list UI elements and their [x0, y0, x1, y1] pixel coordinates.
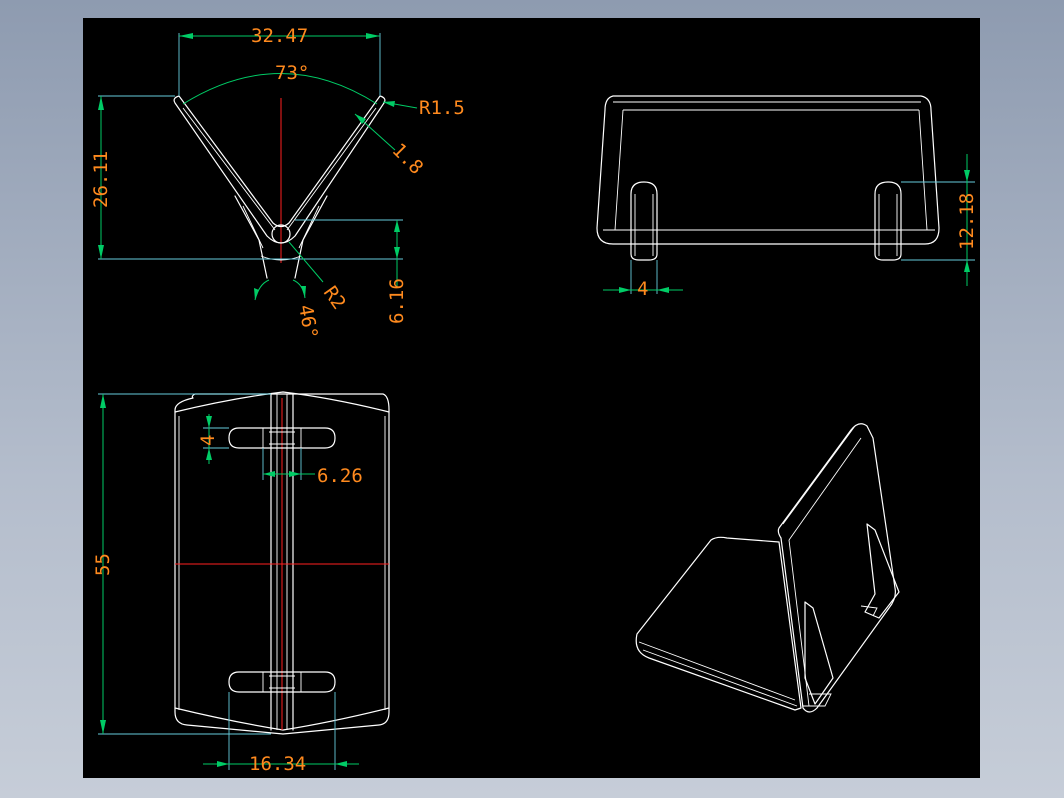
dim-text-foot-span: 16.34 — [249, 753, 306, 775]
front-v-profile — [173, 95, 386, 244]
arrow-head — [301, 286, 306, 298]
arrow-head — [206, 448, 212, 460]
iso-fin-front — [804, 601, 834, 705]
dim-text-base-height: 6.16 — [386, 278, 408, 324]
arrow-head — [383, 101, 395, 107]
isometric-view — [635, 423, 900, 713]
side-outer-outline — [596, 95, 940, 245]
arrow-head — [100, 720, 106, 734]
iso-fin-feet — [803, 605, 878, 707]
iso-base-panel — [635, 536, 802, 711]
arrow-head — [179, 33, 193, 39]
dim-text-slot-length: 6.26 — [317, 465, 363, 487]
arrow-head — [619, 287, 631, 293]
arrow-head — [964, 170, 970, 182]
dim-text-top-angle: 73° — [275, 62, 309, 84]
dim-text-top-width: 32.47 — [251, 25, 308, 47]
drawing-canvas: 32.47 73° R1.5 1.8 26.11 6.16 R2 46° 12.… — [83, 18, 980, 778]
front-v-inner-edge — [182, 107, 377, 231]
dim-text-side-height: 12.18 — [956, 193, 978, 250]
side-view: 12.18 4 — [596, 95, 978, 300]
arrow-head — [394, 247, 400, 259]
arrow-head — [964, 260, 970, 272]
dim-text-bottom-angle: 46° — [294, 303, 322, 341]
arrow-head — [100, 394, 106, 408]
dim-text-height: 26.11 — [90, 151, 112, 208]
cad-drawing: 32.47 73° R1.5 1.8 26.11 6.16 R2 46° 12.… — [90, 25, 978, 775]
arrow-head — [217, 761, 229, 767]
arrow-head — [263, 471, 275, 477]
arrow-head — [206, 416, 212, 428]
leader-r2 — [288, 241, 324, 283]
iso-fin-back — [864, 523, 900, 619]
arrow-head — [366, 33, 380, 39]
top-view: 55 4 6.26 16.34 — [92, 391, 390, 775]
arrow-head — [657, 287, 669, 293]
front-view: 32.47 73° R1.5 1.8 26.11 6.16 R2 46° — [90, 25, 465, 341]
arrow-head — [394, 220, 400, 232]
iso-base-edges — [638, 641, 798, 707]
arrow-head — [98, 245, 104, 259]
dim-text-thickness: 1.8 — [388, 139, 428, 179]
arrow-head — [98, 96, 104, 110]
dim-text-radius-root: R2 — [319, 282, 350, 313]
dim-text-foot-width: 4 — [637, 278, 648, 300]
arrow-head — [335, 761, 347, 767]
dim-text-slot-width: 4 — [197, 435, 219, 446]
side-foot-detail — [634, 194, 898, 256]
arrow-head — [254, 288, 259, 300]
dim-text-length: 55 — [92, 553, 114, 576]
arrow-head — [289, 471, 301, 477]
dim-text-radius-tip: R1.5 — [419, 97, 465, 119]
